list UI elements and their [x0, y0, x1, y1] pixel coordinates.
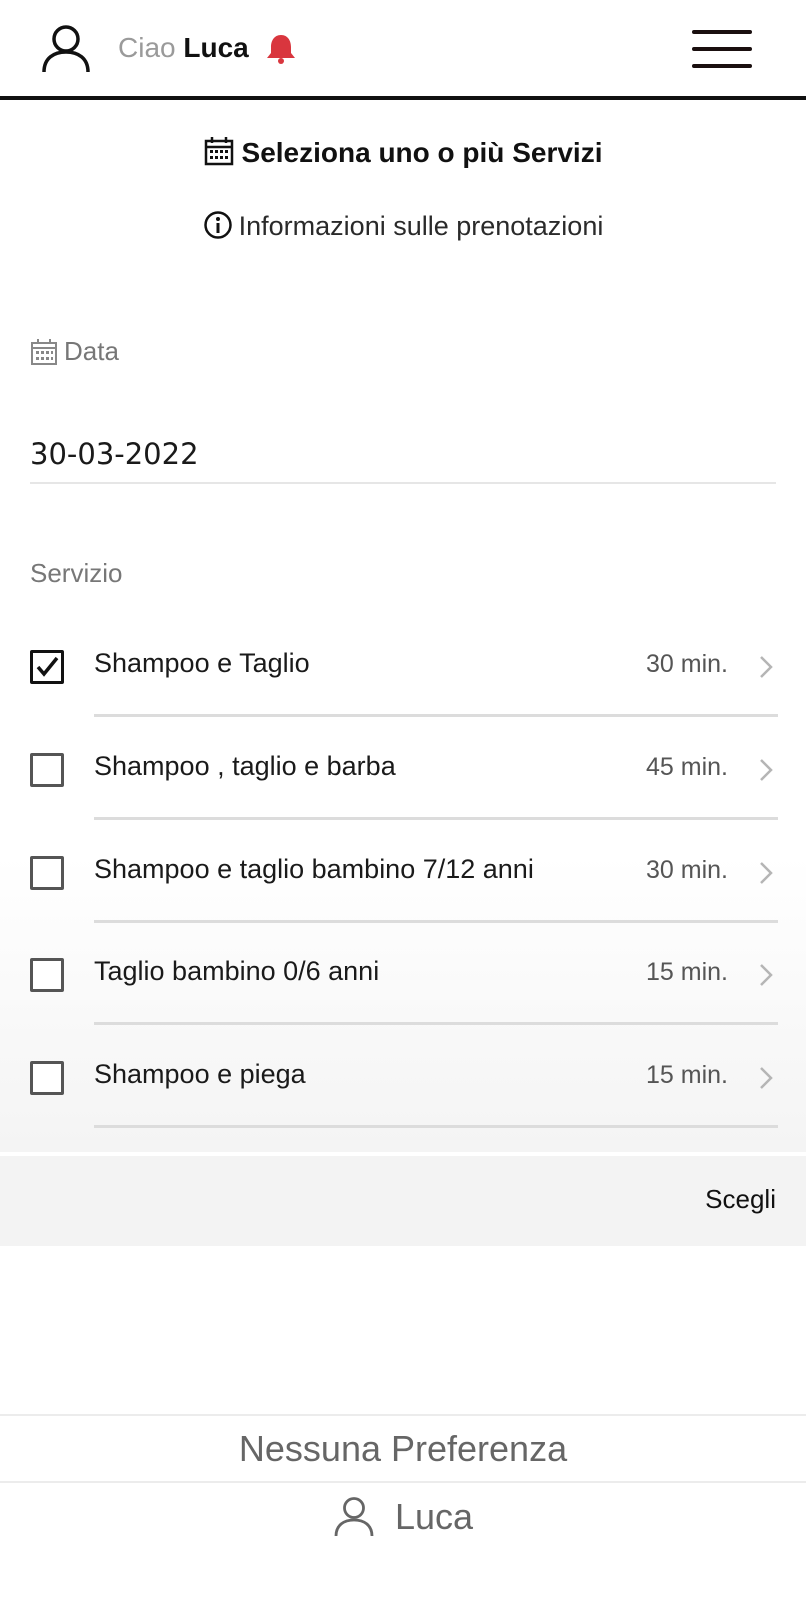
- option-operator-luca[interactable]: Luca: [0, 1484, 806, 1550]
- service-name: Taglio bambino 0/6 anni: [94, 956, 380, 986]
- app-header: Ciao Luca: [0, 0, 806, 100]
- service-duration: 15 min.: [646, 958, 728, 986]
- service-checkbox[interactable]: [30, 958, 64, 992]
- user-name: Luca: [183, 32, 249, 63]
- service-name: Shampoo , taglio e barba: [94, 751, 396, 781]
- service-item[interactable]: Shampoo e taglio bambino 7/12 anni 30 mi…: [0, 818, 806, 923]
- service-duration: 15 min.: [646, 1061, 728, 1089]
- service-checkbox[interactable]: [30, 1061, 64, 1095]
- chevron-right-icon[interactable]: [756, 757, 776, 783]
- chevron-right-icon[interactable]: [756, 962, 776, 988]
- date-input[interactable]: [30, 426, 776, 484]
- service-item[interactable]: Shampoo e Taglio 30 min.: [0, 612, 806, 717]
- booking-info-text: Informazioni sulle prenotazioni: [238, 211, 604, 241]
- divider: [94, 1125, 778, 1128]
- bell-icon[interactable]: [264, 32, 298, 66]
- page-title: Seleziona uno o più Servizi: [0, 136, 806, 169]
- hamburger-menu-button[interactable]: [692, 28, 752, 70]
- action-bar: Scegli: [0, 1156, 806, 1246]
- menu-line: [692, 47, 752, 51]
- checkmark-icon: [36, 656, 59, 677]
- operator-name: Luca: [394, 1496, 474, 1537]
- service-item[interactable]: Taglio bambino 0/6 anni 15 min.: [0, 920, 806, 1025]
- user-icon[interactable]: [40, 22, 92, 74]
- service-list: Shampoo e Taglio 30 min. Shampoo , tagli…: [0, 612, 806, 1152]
- service-name: Shampoo e taglio bambino 7/12 anni: [94, 854, 534, 884]
- calendar-icon: [31, 339, 57, 365]
- service-duration: 30 min.: [646, 650, 728, 678]
- divider: [0, 1481, 806, 1483]
- greeting: Ciao Luca: [118, 30, 249, 66]
- service-item[interactable]: Shampoo , taglio e barba 45 min.: [0, 715, 806, 820]
- service-label: Servizio: [30, 558, 123, 588]
- chevron-right-icon[interactable]: [756, 860, 776, 886]
- service-duration: 30 min.: [646, 856, 728, 884]
- service-name: Shampoo e Taglio: [94, 648, 310, 678]
- chevron-right-icon[interactable]: [756, 654, 776, 680]
- choose-button[interactable]: Scegli: [705, 1184, 776, 1215]
- menu-line: [692, 64, 752, 68]
- menu-line: [692, 30, 752, 34]
- service-checkbox[interactable]: [30, 650, 64, 684]
- greeting-prefix: Ciao: [118, 32, 176, 63]
- calendar-icon: [204, 137, 233, 166]
- user-icon: [334, 1497, 374, 1537]
- date-label: Data: [30, 336, 119, 367]
- booking-info-link[interactable]: Informazioni sulle prenotazioni: [0, 210, 806, 242]
- page-title-text: Seleziona uno o più Servizi: [241, 137, 603, 168]
- date-label-text: Data: [64, 336, 119, 366]
- option-no-preference[interactable]: Nessuna Preferenza: [0, 1416, 806, 1482]
- chevron-right-icon[interactable]: [756, 1065, 776, 1091]
- service-checkbox[interactable]: [30, 856, 64, 890]
- service-name: Shampoo e piega: [94, 1059, 306, 1089]
- service-checkbox[interactable]: [30, 753, 64, 787]
- info-icon: [203, 211, 232, 239]
- service-item[interactable]: Shampoo e piega 15 min.: [0, 1023, 806, 1128]
- service-duration: 45 min.: [646, 753, 728, 781]
